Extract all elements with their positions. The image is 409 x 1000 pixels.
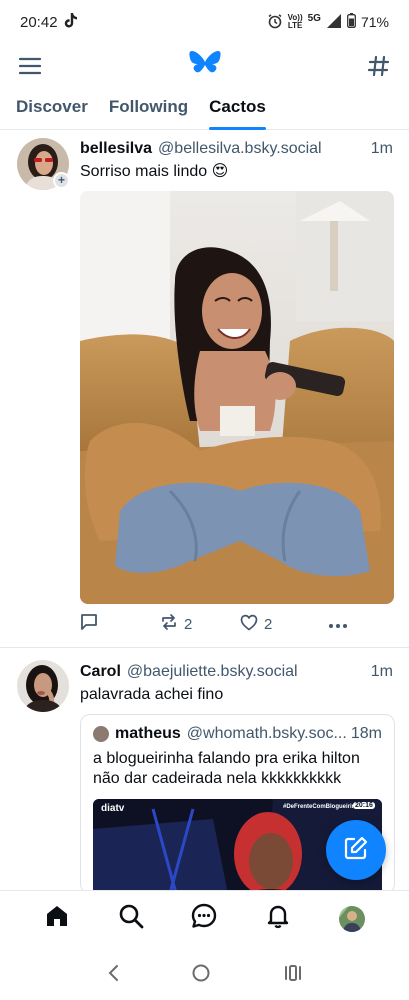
- signal-icon: [326, 13, 342, 31]
- repost-count: 2: [184, 615, 193, 633]
- back-icon[interactable]: [106, 964, 120, 987]
- video-tag: #DeFrenteComBlogueirinha: [283, 804, 363, 810]
- post[interactable]: bellesilva @bellesilva.bsky.social 1m So…: [80, 140, 393, 182]
- post-handle[interactable]: @bellesilva.bsky.social: [158, 140, 363, 158]
- tab-following[interactable]: Following: [109, 90, 188, 130]
- like-button[interactable]: 2: [240, 614, 328, 635]
- post-handle[interactable]: @baejuliette.bsky.social: [127, 663, 363, 681]
- status-time: 20:42: [20, 13, 58, 31]
- quote-time[interactable]: 18m: [351, 725, 382, 743]
- post-image[interactable]: [80, 191, 394, 604]
- video-timestamp: 20:16: [353, 802, 375, 809]
- messages-icon[interactable]: [191, 903, 217, 934]
- post-author[interactable]: bellesilva: [80, 140, 152, 158]
- post-author[interactable]: Carol: [80, 663, 121, 681]
- compose-icon: [343, 835, 369, 866]
- compose-button[interactable]: [326, 820, 386, 880]
- home-circle-icon[interactable]: [191, 963, 211, 988]
- post-text: Sorriso mais lindo 😍: [80, 163, 229, 180]
- quote-avatar[interactable]: [93, 726, 109, 742]
- video-logo: diatv: [101, 803, 125, 814]
- quote-handle[interactable]: @whomath.bsky.soc...: [187, 725, 347, 743]
- follow-plus-icon[interactable]: +: [53, 172, 70, 189]
- network-label: 5G: [307, 12, 321, 24]
- recents-icon[interactable]: [283, 964, 303, 987]
- status-bar: 20:42 Vo)) LTE 5G 71%: [0, 0, 409, 44]
- post-divider: [0, 647, 409, 648]
- quote-author[interactable]: matheus: [115, 725, 181, 743]
- repost-button[interactable]: 2: [160, 613, 240, 635]
- butterfly-logo[interactable]: [188, 50, 221, 83]
- post-actions: 2 2: [80, 612, 393, 636]
- post-time[interactable]: 1m: [371, 663, 393, 681]
- home-icon[interactable]: [44, 903, 70, 934]
- repost-icon: [160, 613, 178, 635]
- post[interactable]: Carol @baejuliette.bsky.social 1m palavr…: [80, 663, 393, 705]
- feed-tabs: Discover Following Cactos: [0, 90, 409, 130]
- post-time[interactable]: 1m: [371, 140, 393, 158]
- avatar[interactable]: [17, 660, 69, 712]
- alarm-icon: [267, 13, 283, 32]
- hash-icon[interactable]: [365, 52, 393, 80]
- reply-icon: [80, 613, 98, 635]
- heart-icon: [240, 614, 258, 635]
- post-text: palavrada achei fino: [80, 686, 224, 703]
- search-icon[interactable]: [118, 903, 144, 934]
- tab-cactos[interactable]: Cactos: [209, 90, 266, 130]
- tab-discover[interactable]: Discover: [16, 90, 88, 130]
- profile-avatar[interactable]: [339, 905, 366, 932]
- tiktok-icon: [64, 12, 78, 32]
- menu-icon[interactable]: [16, 52, 44, 80]
- top-bar: [0, 44, 409, 88]
- like-count: 2: [264, 615, 273, 633]
- more-options-button[interactable]: [328, 616, 348, 633]
- battery-icon: [347, 13, 356, 31]
- reply-button[interactable]: [80, 613, 160, 635]
- battery-percent: 71%: [360, 14, 389, 30]
- lte-label: LTE: [287, 21, 303, 30]
- bottom-nav: [0, 890, 409, 946]
- system-nav: [0, 950, 409, 1000]
- more-icon: [328, 616, 348, 633]
- quote-text: a blogueirinha falando pra erika hilton …: [93, 750, 360, 787]
- notifications-icon[interactable]: [265, 903, 291, 934]
